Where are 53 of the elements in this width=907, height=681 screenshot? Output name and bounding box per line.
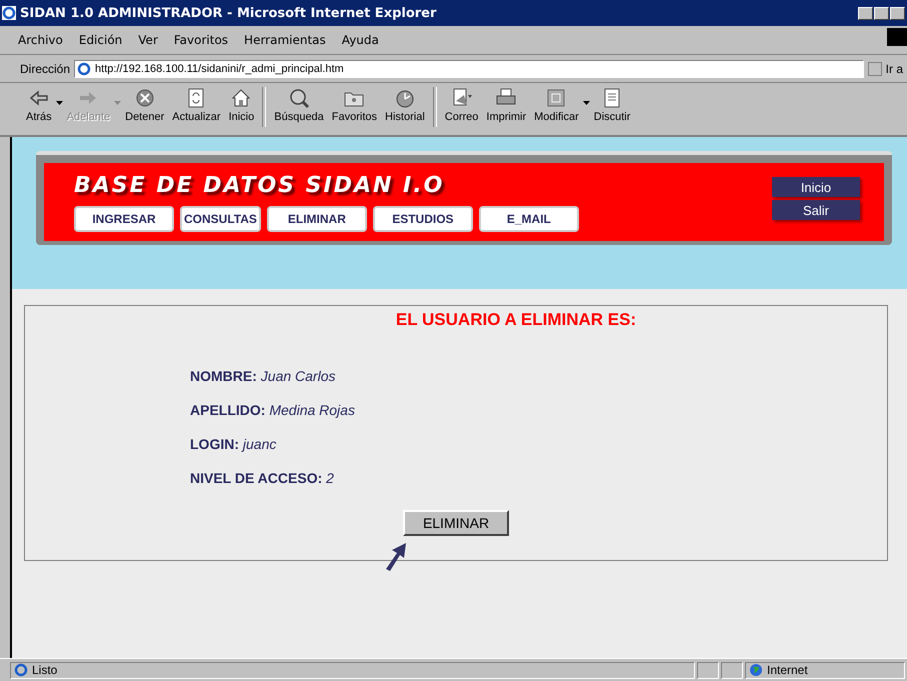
delete-button[interactable]: ELIMINAR bbox=[403, 510, 509, 536]
field-text: LOGIN: juanc bbox=[190, 436, 278, 452]
toolbar-button[interactable]: Actualizar bbox=[168, 85, 225, 125]
status-text: Listo bbox=[10, 662, 695, 678]
field-text: APELLIDO: Medina Rojas bbox=[190, 402, 355, 418]
nav-button[interactable]: ESTUDIOS bbox=[372, 206, 473, 232]
address-field[interactable]: http://192.168.100.11/sidanini/r_admi_principal.htm bbox=[74, 60, 864, 78]
menu-item[interactable]: Edición bbox=[72, 31, 128, 49]
zone-indicator: Internet bbox=[745, 662, 905, 678]
toolbar-button[interactable]: Correo bbox=[440, 85, 482, 125]
menu-item[interactable]: Herramientas bbox=[238, 31, 332, 49]
caret-icon[interactable] bbox=[56, 101, 63, 105]
nav-button[interactable]: Salir bbox=[772, 200, 860, 220]
field-text: NIVEL DE ACCESO: 2 bbox=[190, 470, 335, 486]
minimize-button[interactable] bbox=[858, 6, 873, 20]
menu-item[interactable]: Archivo bbox=[12, 31, 69, 49]
browser-icon bbox=[2, 6, 16, 20]
edit-icon bbox=[545, 87, 568, 109]
field-text: NOMBRE: Juan Carlos bbox=[190, 368, 336, 384]
panel-heading: EL USUARIO A ELIMINAR ES: bbox=[394, 310, 636, 330]
menu-item[interactable]: Favoritos bbox=[168, 31, 234, 49]
page-icon bbox=[14, 663, 28, 677]
address-label: Dirección bbox=[20, 62, 70, 76]
page-icon bbox=[77, 62, 92, 76]
stop-icon bbox=[134, 87, 156, 109]
toolbar-button[interactable]: Favoritos bbox=[328, 85, 382, 125]
toolbar-button[interactable]: Atrás bbox=[22, 85, 56, 125]
menu-item[interactable]: Ver bbox=[132, 31, 164, 49]
window-title: SIDAN 1.0 ADMINISTRADOR - Microsoft Internet Explorer bbox=[20, 6, 438, 20]
nav-button[interactable]: Inicio bbox=[772, 177, 860, 197]
menu-item[interactable]: Ayuda bbox=[336, 31, 385, 49]
nav-button[interactable]: ELIMINAR bbox=[266, 206, 367, 232]
restore-button[interactable] bbox=[874, 6, 889, 20]
pointer-arrow-icon bbox=[384, 542, 408, 572]
globe-icon bbox=[749, 663, 763, 677]
toolbar-button[interactable]: Imprimir bbox=[482, 85, 530, 125]
status-pane bbox=[721, 662, 743, 678]
search-icon bbox=[288, 87, 310, 109]
toolbar-button[interactable]: Modificar bbox=[530, 85, 583, 125]
nav-button[interactable]: INGRESAR bbox=[74, 206, 174, 232]
status-pane bbox=[697, 662, 719, 678]
nav-button[interactable]: E_MAIL bbox=[478, 206, 579, 232]
site-title: BASE DE DATOS SIDAN I.O bbox=[74, 173, 446, 198]
close-button[interactable] bbox=[890, 6, 905, 20]
go-button[interactable]: Ir a bbox=[886, 62, 903, 76]
toolbar-button[interactable]: Discutir bbox=[590, 85, 634, 125]
toolbar-button[interactable]: Inicio bbox=[224, 85, 258, 125]
toolbar-button[interactable]: Búsqueda bbox=[270, 85, 328, 125]
toolbar-button[interactable]: Detener bbox=[121, 85, 168, 125]
home-icon bbox=[230, 87, 252, 109]
toolbar-button[interactable]: Historial bbox=[381, 85, 429, 125]
caret-icon[interactable] bbox=[582, 101, 590, 105]
nav-button[interactable]: CONSULTAS bbox=[180, 206, 261, 232]
